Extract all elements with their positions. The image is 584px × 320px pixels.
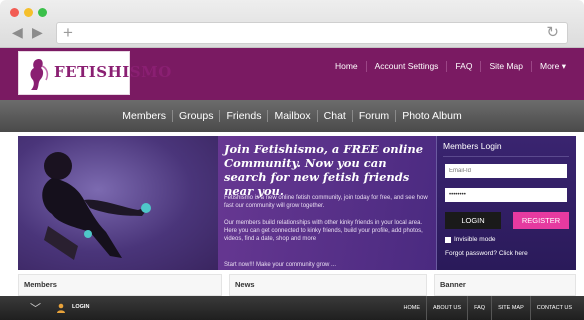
forgot-password-link[interactable]: Forgot password? Click here bbox=[445, 250, 528, 257]
back-arrow-icon[interactable]: ◀ bbox=[12, 24, 23, 40]
address-bar[interactable]: + ↻ bbox=[56, 22, 568, 44]
banner-photo bbox=[18, 136, 218, 270]
banner-paragraph-2: Our members build relationships with oth… bbox=[224, 220, 423, 242]
banner-figure-image bbox=[42, 152, 151, 260]
new-tab-plus-icon[interactable]: + bbox=[63, 24, 73, 42]
invisible-mode-checkbox[interactable] bbox=[445, 236, 451, 243]
top-nav-faq[interactable]: FAQ bbox=[446, 61, 480, 72]
members-section-title: Members bbox=[24, 280, 57, 289]
banner-section-title: Banner bbox=[440, 280, 466, 289]
email-field[interactable] bbox=[445, 164, 567, 178]
login-title: Members Login bbox=[443, 141, 502, 151]
logo-text: FETISHISMO bbox=[54, 63, 172, 81]
bottom-login-link[interactable]: LOGIN bbox=[72, 304, 89, 310]
browser-chrome: ◀ ▶ + ↻ bbox=[0, 0, 584, 48]
top-nav-home[interactable]: Home bbox=[327, 61, 366, 72]
chevron-down-icon[interactable]: ﹀ bbox=[30, 300, 41, 316]
login-divider bbox=[443, 156, 569, 157]
top-nav: Home Account Settings FAQ Site Map More … bbox=[327, 61, 574, 72]
invisible-mode-label: Invisible mode bbox=[454, 236, 496, 243]
nav-forum[interactable]: Forum bbox=[351, 110, 395, 122]
banner-paragraph-1: Fetishismo is a new online fetish commun… bbox=[224, 195, 428, 209]
nav-photo-album[interactable]: Photo Album bbox=[395, 110, 468, 122]
bottom-link-home[interactable]: HOME bbox=[398, 296, 427, 320]
close-window-dot[interactable] bbox=[10, 8, 19, 17]
logo-figure-icon bbox=[30, 59, 49, 90]
invisible-mode-option[interactable]: Invisible mode bbox=[445, 236, 496, 243]
forward-arrow-icon[interactable]: ▶ bbox=[32, 24, 43, 40]
top-nav-site-map[interactable]: Site Map bbox=[480, 61, 531, 72]
bottom-links: HOME ABOUT US FAQ SITE MAP CONTACT US bbox=[398, 296, 578, 320]
members-login-panel: Members Login LOGIN REGISTER Invisible m… bbox=[436, 136, 576, 270]
nav-chat[interactable]: Chat bbox=[316, 110, 352, 122]
password-field[interactable] bbox=[445, 188, 567, 202]
minimize-window-dot[interactable] bbox=[24, 8, 33, 17]
bottom-bar: ﹀ LOGIN HOME ABOUT US FAQ SITE MAP CONTA… bbox=[0, 296, 584, 320]
news-section-title: News bbox=[235, 280, 255, 289]
top-nav-more[interactable]: More ▾ bbox=[531, 61, 574, 72]
site-header: FETISHISMO Home Account Settings FAQ Sit… bbox=[0, 48, 584, 100]
nav-members[interactable]: Members bbox=[116, 110, 172, 122]
bottom-link-faq[interactable]: FAQ bbox=[467, 296, 491, 320]
nav-groups[interactable]: Groups bbox=[172, 110, 219, 122]
site-logo[interactable]: FETISHISMO bbox=[18, 51, 171, 95]
banner-paragraph-3: Start now!!! Make your community grow ..… bbox=[224, 262, 337, 268]
main-nav: Members Groups Friends Mailbox Chat Foru… bbox=[0, 100, 584, 132]
bottom-link-about-us[interactable]: ABOUT US bbox=[426, 296, 467, 320]
bottom-link-site-map[interactable]: SITE MAP bbox=[491, 296, 530, 320]
banner-headline: Join Fetishismo, a FREE online Community… bbox=[224, 142, 424, 198]
nav-friends[interactable]: Friends bbox=[219, 110, 267, 122]
members-section: Members bbox=[18, 274, 222, 296]
top-nav-account-settings[interactable]: Account Settings bbox=[365, 61, 447, 72]
register-button[interactable]: REGISTER bbox=[513, 212, 569, 229]
nav-mailbox[interactable]: Mailbox bbox=[267, 110, 316, 122]
login-button[interactable]: LOGIN bbox=[445, 212, 501, 229]
banner-section: Banner bbox=[434, 274, 576, 296]
reload-icon[interactable]: ↻ bbox=[546, 24, 559, 42]
bottom-link-contact-us[interactable]: CONTACT US bbox=[529, 296, 578, 320]
user-icon bbox=[57, 303, 65, 313]
hero-banner: Join Fetishismo, a FREE online Community… bbox=[18, 136, 436, 270]
news-section: News bbox=[229, 274, 427, 296]
maximize-window-dot[interactable] bbox=[38, 8, 47, 17]
